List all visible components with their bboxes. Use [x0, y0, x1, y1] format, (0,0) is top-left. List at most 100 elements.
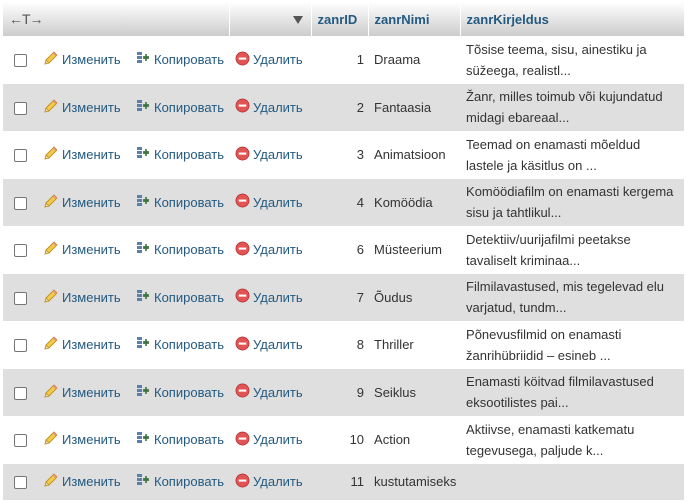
edit-link[interactable]: Изменить [43, 146, 121, 162]
copy-label[interactable]: Копировать [154, 100, 224, 115]
copy-link[interactable]: Копировать [135, 146, 224, 162]
row-checkbox[interactable] [13, 244, 27, 258]
row-checkbox-cell [3, 416, 37, 464]
zanrid-value: 2 [356, 99, 365, 115]
copy-label[interactable]: Копировать [154, 52, 224, 67]
zanrkirjeldus-cell: Žanr, milles toimub või kujundatud midag… [460, 83, 685, 131]
copy-label[interactable]: Копировать [154, 337, 224, 352]
copy-label[interactable]: Копировать [154, 147, 224, 162]
delete-label[interactable]: Удалить [253, 337, 303, 352]
zanrid-value: 9 [356, 384, 365, 400]
column-header-zanrid[interactable]: zanrID [311, 2, 369, 36]
zanrkirjeldus-cell: Detektiiv/uurijafilmi peetakse tavalisel… [460, 226, 685, 274]
delete-label[interactable]: Удалить [253, 147, 303, 162]
copy-label[interactable]: Копировать [154, 432, 224, 447]
delete-link[interactable]: Удалить [235, 288, 303, 305]
delete-label[interactable]: Удалить [253, 432, 303, 447]
table-row: Изменить Копировать [3, 368, 685, 416]
copy-link[interactable]: Копировать [135, 51, 224, 67]
edit-link[interactable]: Изменить [43, 99, 121, 115]
delete-label[interactable]: Удалить [253, 195, 303, 210]
delete-link[interactable]: Удалить [235, 193, 303, 210]
delete-link[interactable]: Удалить [235, 431, 303, 447]
column-arrows-header[interactable]: ←T→ [3, 2, 230, 36]
column-header-zanrnimi[interactable]: zanrNimi [368, 2, 461, 36]
delete-cell: Удалить [229, 321, 312, 369]
edit-label[interactable]: Изменить [62, 385, 121, 400]
row-checkbox[interactable] [13, 476, 27, 490]
sort-triangle-icon[interactable] [292, 16, 303, 25]
delete-icon [235, 98, 250, 116]
delete-link[interactable]: Удалить [235, 336, 303, 352]
edit-link[interactable]: Изменить [43, 51, 121, 67]
row-checkbox[interactable] [13, 101, 27, 115]
zanrkirjeldus-line-2: tegevusega, paljude k... [466, 442, 604, 458]
edit-label[interactable]: Изменить [62, 337, 121, 352]
row-checkbox[interactable] [13, 196, 27, 210]
row-checkbox[interactable] [13, 339, 27, 353]
zanrnimi-cell: Animatsioon [368, 131, 461, 179]
copy-label[interactable]: Копировать [154, 242, 224, 257]
sort-header[interactable] [229, 2, 312, 36]
copy-link[interactable]: Копировать [135, 289, 224, 305]
edit-link[interactable]: Изменить [43, 194, 121, 210]
copy-link[interactable]: Копировать [135, 99, 224, 115]
delete-link[interactable]: Удалить [235, 146, 303, 162]
delete-label[interactable]: Удалить [253, 474, 303, 489]
copy-insert-icon [135, 383, 151, 402]
delete-link[interactable]: Удалить [235, 98, 303, 116]
edit-label[interactable]: Изменить [62, 290, 121, 305]
zanrkirjeldus-cell: Aktiivse, enamasti katkematu tegevusega,… [460, 416, 685, 464]
copy-link[interactable]: Копировать [135, 383, 224, 402]
delete-link[interactable]: Удалить [235, 51, 303, 67]
copy-insert-icon [135, 472, 151, 491]
row-checkbox[interactable] [13, 149, 27, 163]
delete-label[interactable]: Удалить [253, 385, 303, 400]
copy-label[interactable]: Копировать [154, 385, 224, 400]
copy-label[interactable]: Копировать [154, 474, 224, 489]
edit-link[interactable]: Изменить [43, 336, 121, 352]
row-checkbox-cell [3, 178, 37, 226]
edit-label[interactable]: Изменить [62, 432, 121, 447]
delete-cell: Удалить [229, 36, 312, 84]
zanrid-value: 8 [356, 337, 365, 353]
edit-link[interactable]: Изменить [43, 431, 121, 447]
copy-link[interactable]: Копировать [135, 194, 224, 210]
edit-link[interactable]: Изменить [43, 384, 121, 400]
delete-label[interactable]: Удалить [253, 242, 303, 257]
delete-label[interactable]: Удалить [253, 100, 303, 115]
delete-link[interactable]: Удалить [235, 473, 303, 489]
table-row: Изменить Копировать [3, 226, 685, 274]
edit-link[interactable]: Изменить [43, 473, 121, 489]
delete-label[interactable]: Удалить [253, 52, 303, 67]
edit-label[interactable]: Изменить [62, 52, 121, 67]
delete-link[interactable]: Удалить [235, 241, 303, 259]
copy-label[interactable]: Копировать [154, 195, 224, 210]
row-checkbox[interactable] [13, 54, 27, 68]
delete-label[interactable]: Удалить [253, 290, 303, 305]
zanrid-value: 1 [356, 52, 365, 68]
edit-label[interactable]: Изменить [62, 100, 121, 115]
row-checkbox[interactable] [13, 434, 27, 448]
edit-label[interactable]: Изменить [62, 195, 121, 210]
delete-link[interactable]: Удалить [235, 383, 303, 400]
copy-label[interactable]: Копировать [154, 290, 224, 305]
copy-link[interactable]: Копировать [135, 472, 224, 491]
copy-link[interactable]: Копировать [135, 336, 224, 352]
edit-label[interactable]: Изменить [62, 474, 121, 489]
column-header-zanrkirjeldus[interactable]: zanrKirjeldus [460, 2, 685, 36]
column-arrows[interactable]: ←T→ [9, 11, 44, 27]
copy-link[interactable]: Копировать [135, 430, 224, 449]
copy-link[interactable]: Копировать [135, 241, 224, 257]
edit-label[interactable]: Изменить [62, 242, 121, 257]
delete-icon [235, 241, 250, 259]
row-checkbox[interactable] [13, 291, 27, 305]
pencil-icon [43, 288, 59, 307]
row-checkbox[interactable] [13, 386, 27, 400]
edit-label[interactable]: Изменить [62, 147, 121, 162]
edit-link[interactable]: Изменить [43, 288, 121, 307]
edit-link[interactable]: Изменить [43, 241, 121, 257]
zanrkirjeldus-line-2: sisu ja tahtlikul... [466, 205, 562, 221]
copy-insert-icon [135, 430, 151, 449]
row-checkbox-cell [3, 131, 37, 179]
